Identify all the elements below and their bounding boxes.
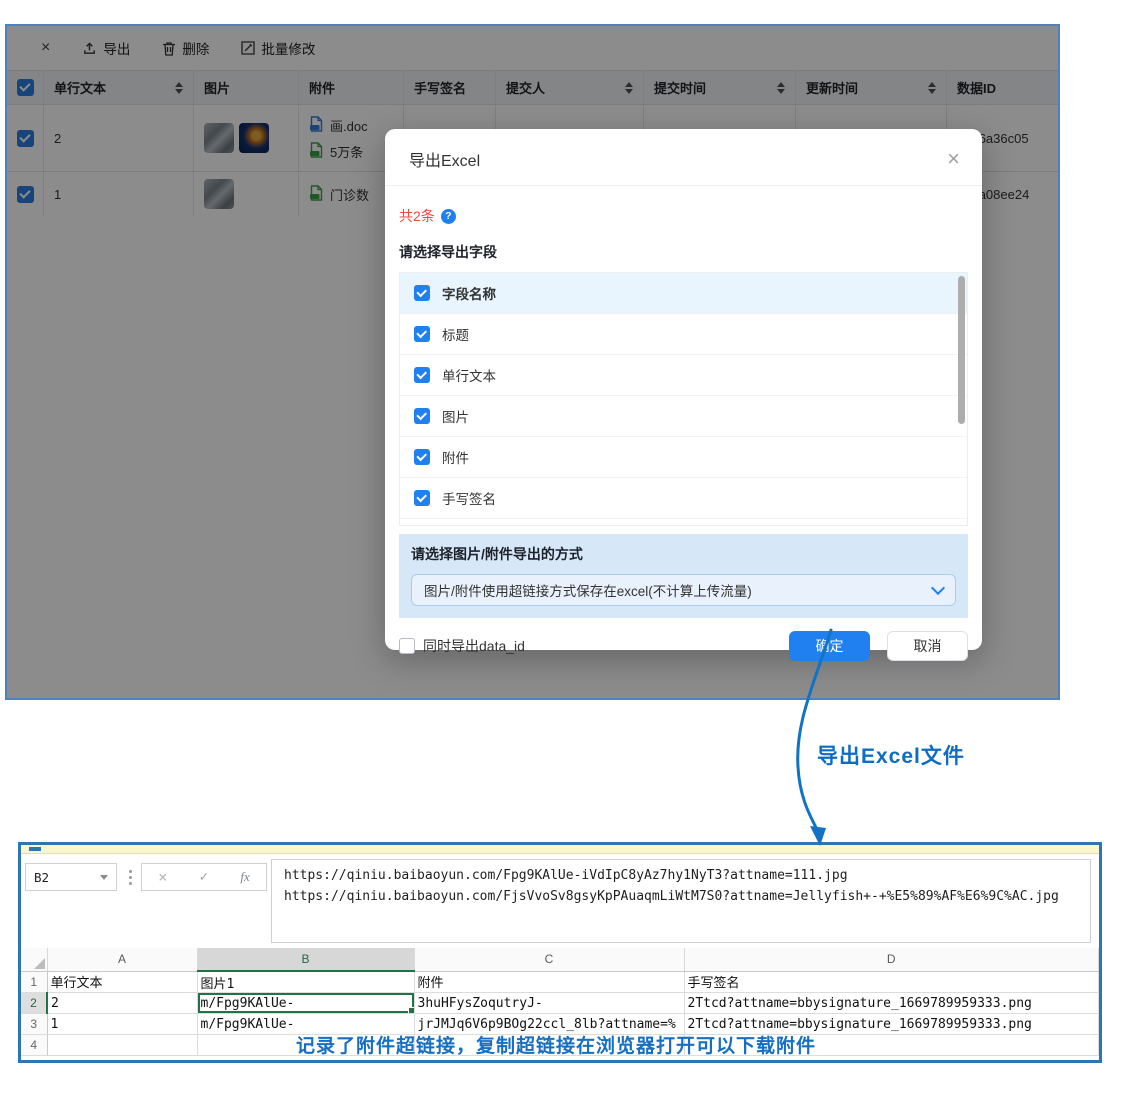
export-data-id-label: 同时导出data_id [423, 636, 525, 656]
record-count: 共2条 [399, 206, 435, 226]
confirm-button[interactable]: 确定 [789, 631, 870, 661]
formula-input[interactable]: https://qiniu.baibaoyun.com/Fpg9KAlUe-iV… [271, 859, 1091, 943]
field-checkbox[interactable] [414, 449, 430, 465]
cell-d2[interactable]: 2Ttcd?attname=bbysignature_1669789959333… [684, 993, 1099, 1014]
export-data-id-checkbox[interactable] [399, 638, 415, 654]
formula-line: https://qiniu.baibaoyun.com/Fpg9KAlUe-iV… [284, 865, 1078, 886]
hyperlink-note: 记录了附件超链接，复制超链接在浏览器打开可以下载附件 [296, 1031, 816, 1058]
cell-a1[interactable]: 单行文本 [47, 971, 197, 993]
field-checkbox[interactable] [414, 490, 430, 506]
page: × 导出 删除 批量修改 单 [0, 0, 1139, 1101]
divider [385, 185, 982, 186]
separator-dots-icon [129, 876, 132, 879]
field-row[interactable]: 字段名称 [400, 273, 967, 314]
field-label: 附件 [442, 447, 469, 467]
export-fields-list: 字段名称 标题 单行文本 图片 附件 [399, 272, 968, 526]
field-label: 标题 [442, 324, 469, 344]
scrollbar-thumb[interactable] [958, 276, 965, 424]
export-method-section: 请选择图片/附件导出的方式 图片/附件使用超链接方式保存在excel(不计算上传… [399, 534, 968, 618]
help-icon[interactable]: ? [441, 209, 456, 224]
column-header-c[interactable]: C [414, 948, 684, 971]
formula-line: https://qiniu.baibaoyun.com/FjsVvoSv8gsy… [284, 886, 1078, 907]
select-value: 图片/附件使用超链接方式保存在excel(不计算上传流量) [424, 580, 752, 600]
sheet-row: 2 2 m/Fpg9KAlUe- 3huHFysZoqutryJ- 2Ttcd?… [21, 993, 1099, 1014]
cell-a2[interactable]: 2 [47, 993, 197, 1014]
export-data-id-option[interactable]: 同时导出data_id [399, 636, 789, 656]
chevron-down-icon [931, 581, 945, 595]
field-row[interactable]: 手写签名 [400, 478, 967, 519]
row-number[interactable]: 1 [21, 971, 47, 993]
column-header-b[interactable]: B [197, 948, 414, 971]
cell-b2-selected[interactable]: m/Fpg9KAlUe- [197, 993, 414, 1014]
cell-d1[interactable]: 手写签名 [684, 971, 1099, 993]
field-checkbox[interactable] [414, 285, 430, 301]
select-all-corner[interactable] [21, 948, 47, 971]
dropdown-arrow-icon [100, 875, 108, 880]
field-label: 图片 [442, 406, 469, 426]
field-label: 字段名称 [442, 283, 496, 303]
field-checkbox[interactable] [414, 367, 430, 383]
field-row[interactable]: 单行文本 [400, 355, 967, 396]
export-method-select[interactable]: 图片/附件使用超链接方式保存在excel(不计算上传流量) [411, 574, 956, 606]
modal-title: 导出Excel [409, 147, 480, 171]
cell-a3[interactable]: 1 [47, 1014, 197, 1035]
field-row[interactable]: 图片 [400, 396, 967, 437]
fx-icon[interactable]: fx [240, 869, 249, 885]
excel-top-band [21, 845, 1099, 854]
row-number[interactable]: 2 [21, 993, 47, 1014]
row-number[interactable]: 4 [21, 1035, 47, 1056]
sheet-row: 1 单行文本 图片1 附件 手写签名 [21, 971, 1099, 993]
excel-blue-dash [29, 847, 41, 851]
method-section-label: 请选择图片/附件导出的方式 [411, 544, 956, 564]
column-header-a[interactable]: A [47, 948, 197, 971]
excel-panel: B2 × ✓ fx https://qiniu.baibaoyun.com/Fp… [18, 842, 1102, 1063]
field-checkbox[interactable] [414, 326, 430, 342]
cell-a4[interactable] [47, 1035, 197, 1056]
field-checkbox[interactable] [414, 408, 430, 424]
cell-c1[interactable]: 附件 [414, 971, 684, 993]
cell-c2[interactable]: 3huHFysZoqutryJ- [414, 993, 684, 1014]
field-label: 手写签名 [442, 488, 496, 508]
row-number[interactable]: 3 [21, 1014, 47, 1035]
formula-cancel-icon[interactable]: × [158, 868, 167, 886]
select-all-triangle-icon [34, 958, 45, 969]
name-box[interactable]: B2 [25, 863, 117, 891]
cell-b1[interactable]: 图片1 [197, 971, 414, 993]
formula-bar: B2 × ✓ fx https://qiniu.baibaoyun.com/Fp… [21, 854, 1099, 948]
export-excel-modal: 导出Excel × 共2条 ? 请选择导出字段 字段名称 标题 [385, 129, 982, 650]
formula-enter-icon[interactable]: ✓ [200, 869, 208, 885]
field-row[interactable]: 标题 [400, 314, 967, 355]
field-label: 单行文本 [442, 365, 496, 385]
fields-section-label: 请选择导出字段 [399, 242, 968, 262]
cancel-button[interactable]: 取消 [887, 631, 968, 661]
close-icon[interactable]: × [947, 148, 960, 170]
arrow-label: 导出Excel文件 [817, 740, 965, 770]
column-header-d[interactable]: D [684, 948, 1099, 971]
field-row[interactable]: 附件 [400, 437, 967, 478]
